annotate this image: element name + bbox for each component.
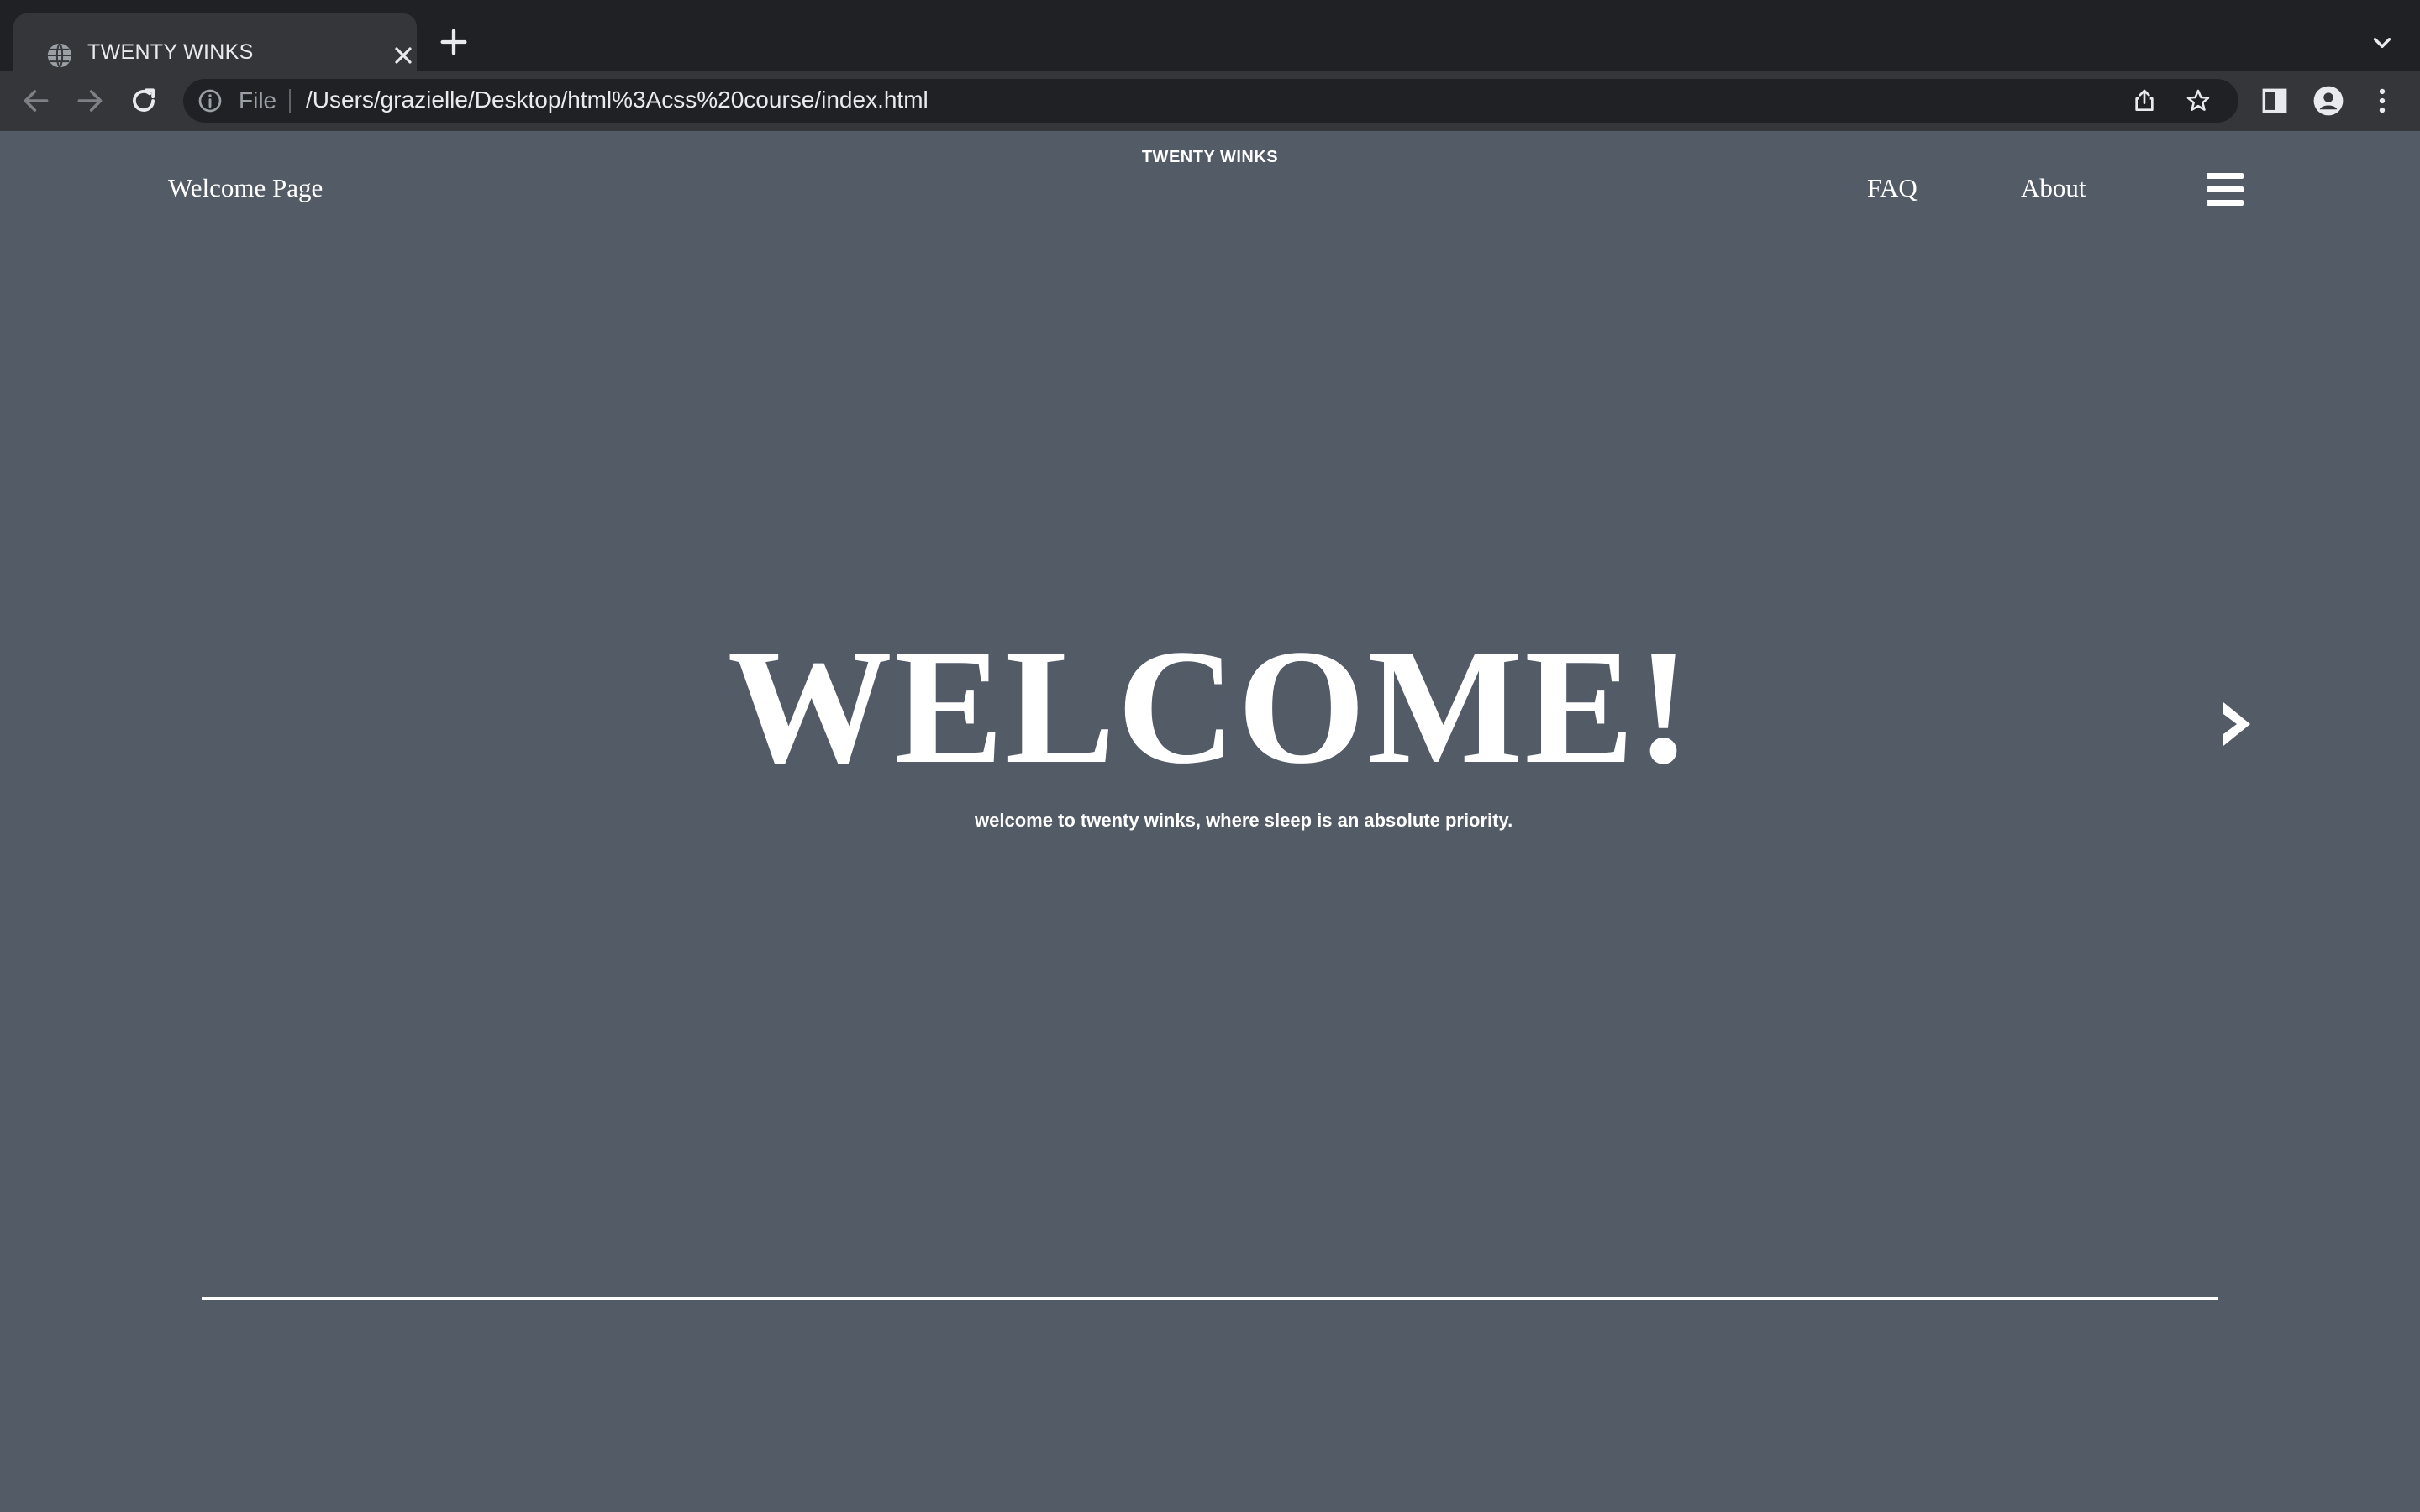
nav-about-link[interactable]: About	[2021, 173, 2086, 203]
browser-toolbar: File /Users/grazielle/Desktop/html%3Acss…	[0, 71, 2420, 131]
share-icon[interactable]	[2131, 87, 2158, 114]
profile-avatar-icon[interactable]	[2312, 85, 2344, 117]
address-separator	[289, 89, 291, 113]
bookmark-star-icon[interactable]	[2185, 87, 2212, 114]
nav-welcome-page-link[interactable]: Welcome Page	[168, 173, 323, 203]
address-url[interactable]: /Users/grazielle/Desktop/html%3Acss%20co…	[306, 87, 929, 113]
back-arrow-icon[interactable]	[20, 85, 52, 117]
hero-title: WELCOME!	[727, 616, 1693, 798]
hero-subtitle: welcome to twenty winks, where sleep is …	[975, 810, 1513, 831]
chevron-right-icon[interactable]	[2218, 699, 2255, 749]
page-viewport: TWENTY WINKS Welcome Page FAQ About WELC…	[0, 131, 2420, 1512]
hamburger-bar	[2207, 173, 2244, 179]
address-scheme-label: File	[239, 87, 277, 113]
globe-icon	[47, 43, 72, 68]
forward-arrow-icon[interactable]	[74, 85, 106, 117]
tab-title: TWENTY WINKS	[87, 40, 254, 64]
reload-icon[interactable]	[128, 85, 160, 117]
close-icon[interactable]	[390, 42, 417, 69]
info-icon[interactable]	[197, 87, 224, 114]
site-brand: TWENTY WINKS	[1141, 148, 1279, 166]
browser-tab-strip: TWENTY WINKS	[0, 0, 2420, 71]
hamburger-bar	[2207, 200, 2244, 206]
side-panel-icon[interactable]	[2259, 85, 2291, 117]
browser-tab[interactable]: TWENTY WINKS	[13, 13, 417, 71]
tab-search-chevron-icon[interactable]	[2368, 29, 2396, 57]
hamburger-menu-icon[interactable]	[2207, 173, 2244, 207]
horizontal-divider	[202, 1297, 2218, 1300]
address-bar[interactable]: File /Users/grazielle/Desktop/html%3Acss…	[183, 79, 2238, 123]
new-tab-plus-icon[interactable]	[437, 25, 471, 59]
nav-faq-link[interactable]: FAQ	[1867, 173, 1918, 203]
more-options-icon[interactable]	[2366, 85, 2398, 117]
hamburger-bar	[2207, 186, 2244, 192]
